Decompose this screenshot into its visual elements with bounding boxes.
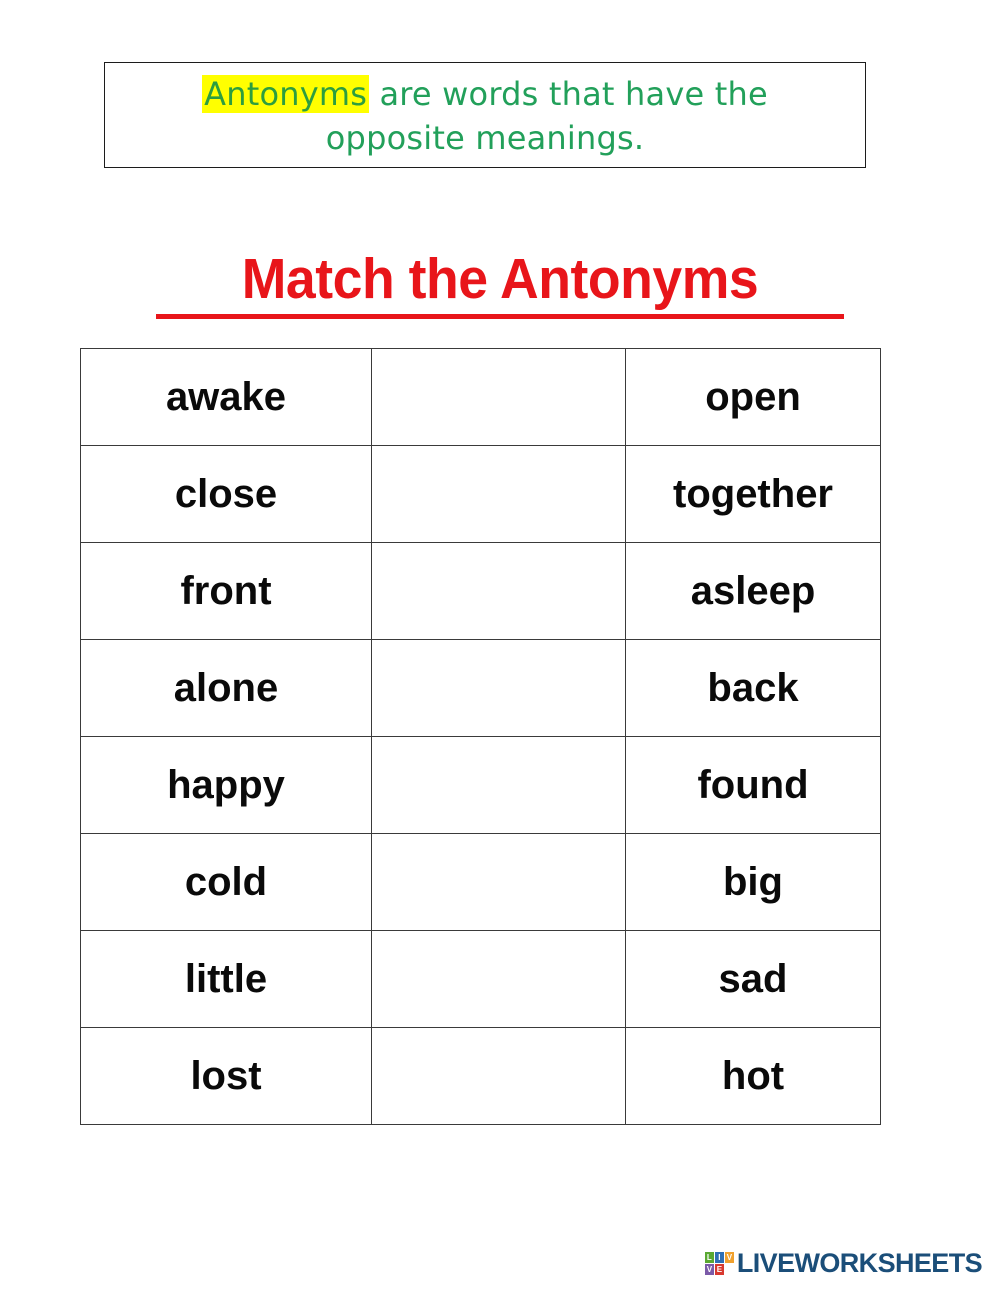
table-row: lost hot [80,1027,881,1125]
match-cell-blank[interactable] [371,833,626,931]
antonym-match-table: awake open close together front asleep a… [80,348,881,1125]
definition-line-1: Antonyms are words that have the [202,72,768,116]
logo-tile: E [714,1264,724,1275]
match-cell-blank[interactable] [371,348,626,446]
table-row: little sad [80,930,881,1028]
page-title: Match the Antonyms [241,247,759,311]
word-cell-right[interactable]: open [625,348,881,446]
logo-tile: L [704,1252,714,1263]
logo-tile: V [704,1264,714,1275]
table-row: cold big [80,833,881,931]
match-cell-blank[interactable] [371,1027,626,1125]
word-cell-left[interactable]: happy [80,736,372,834]
match-cell-blank[interactable] [371,639,626,737]
worksheet-page: { "definition": { "highlighted_word": "A… [0,0,1000,1291]
word-cell-left[interactable]: lost [80,1027,372,1125]
table-row: alone back [80,639,881,737]
liveworksheets-logo[interactable]: L I V V E LIVEWORKSHEETS [704,1248,983,1279]
highlighted-term: Antonyms [202,75,370,113]
word-cell-left[interactable]: little [80,930,372,1028]
match-cell-blank[interactable] [371,542,626,640]
match-cell-blank[interactable] [371,736,626,834]
word-cell-right[interactable]: together [625,445,881,543]
word-cell-left[interactable]: alone [80,639,372,737]
word-cell-left[interactable]: close [80,445,372,543]
liveworksheets-tiles-icon: L I V V E [704,1252,734,1275]
title-underline [156,314,844,319]
table-row: front asleep [80,542,881,640]
definition-line-2: opposite meanings. [325,119,645,157]
word-cell-right[interactable]: hot [625,1027,881,1125]
logo-tile: V [724,1252,734,1263]
table-row: awake open [80,348,881,446]
word-cell-right[interactable]: big [625,833,881,931]
match-cell-blank[interactable] [371,930,626,1028]
match-table-body: awake open close together front asleep a… [80,348,881,1125]
table-row: happy found [80,736,881,834]
word-cell-left[interactable]: front [80,542,372,640]
definition-banner: Antonyms are words that have the opposit… [104,62,866,168]
word-cell-left[interactable]: awake [80,348,372,446]
logo-tile: I [714,1252,724,1263]
word-cell-right[interactable]: found [625,736,881,834]
word-cell-right[interactable]: asleep [625,542,881,640]
definition-line-1-rest: are words that have the [369,75,768,113]
liveworksheets-wordmark: LIVEWORKSHEETS [736,1248,983,1278]
word-cell-right[interactable]: back [625,639,881,737]
word-cell-right[interactable]: sad [625,930,881,1028]
word-cell-left[interactable]: cold [80,833,372,931]
logo-tile [725,1264,734,1275]
table-row: close together [80,445,881,543]
match-cell-blank[interactable] [371,445,626,543]
